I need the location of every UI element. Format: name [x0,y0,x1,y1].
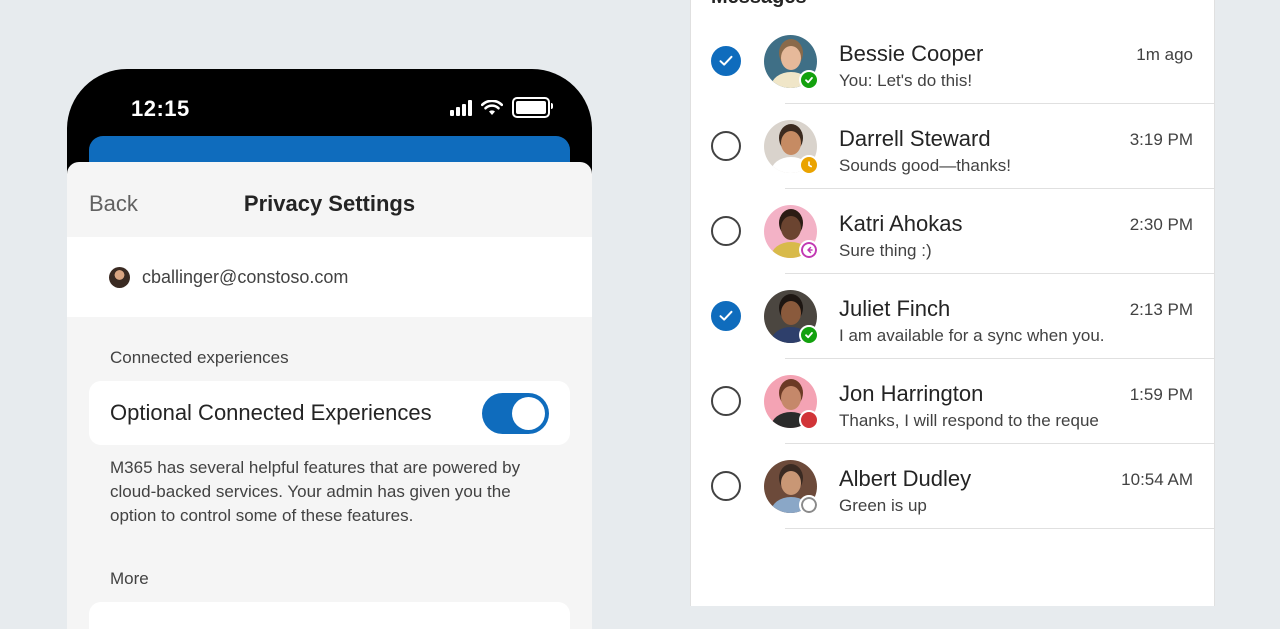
message-preview: Sure thing :) [839,241,932,260]
optional-connected-experiences-card: Optional Connected Experiences [89,381,570,445]
message-time: 1:59 PM [1129,385,1193,404]
message-item[interactable]: Albert Dudley 10:54 AM Green is up [691,444,1214,529]
contact-avatar [764,205,819,260]
message-preview: Sounds good—thanks! [839,156,1012,175]
presence-available-icon [799,70,819,90]
presence-available-icon [799,325,819,345]
more-card[interactable] [89,602,570,629]
messages-panel: Messages Bessie Cooper 1m ago You: Let's d… [690,0,1215,606]
contact-name: Bessie Cooper [839,41,984,66]
contact-avatar [764,375,819,430]
contact-avatar [764,35,819,90]
phone-frame: 12:15 Back Privacy Settings cballinger@c… [67,69,592,629]
select-checkbox[interactable] [711,471,741,501]
status-time: 12:15 [131,96,190,121]
message-preview: Thanks, I will respond to the reque [839,411,1099,430]
cellular-signal-icon [450,99,472,116]
status-icons [450,97,553,118]
message-preview: Green is up [839,496,927,515]
contact-avatar [764,460,819,515]
contact-name: Albert Dudley [839,466,972,491]
sheet-header: Back Privacy Settings [67,162,592,237]
optional-connected-experiences-toggle[interactable] [482,392,549,434]
message-time: 3:19 PM [1129,130,1193,149]
presence-busy-icon [799,410,819,430]
message-item[interactable]: Darrell Steward 3:19 PM Sounds good—thanks… [691,104,1214,189]
contact-name: Darrell Steward [839,126,991,151]
row-divider [785,528,1214,529]
message-time: 1m ago [1136,45,1193,64]
connected-experiences-description: M365 has several helpful features that a… [110,458,521,525]
presence-away-icon [799,155,819,175]
contact-name: Katri Ahokas [839,211,963,236]
message-item[interactable]: Juliet Finch 2:13 PM I am available for a … [691,274,1214,359]
select-checkbox[interactable] [711,216,741,246]
message-item[interactable]: Bessie Cooper 1m ago You: Let's do this! [691,19,1214,104]
select-checkbox[interactable] [711,386,741,416]
contact-avatar [764,120,819,175]
select-checkbox[interactable] [711,131,741,161]
contact-name: Juliet Finch [839,296,951,321]
account-avatar [109,266,130,288]
messages-title: Messages [711,0,807,9]
page-title: Privacy Settings [243,191,416,216]
privacy-settings-sheet: Back Privacy Settings cballinger@constos… [67,162,592,629]
connected-experiences-heading: Connected experiences [110,348,289,367]
account-row: cballinger@constoso.com [67,237,592,317]
contact-name: Jon Harrington [839,381,984,406]
more-heading: More [110,569,149,588]
wifi-icon [481,99,503,115]
select-checkbox[interactable] [711,46,741,76]
account-email: cballinger@constoso.com [142,266,349,287]
message-preview: You: Let's do this! [839,71,973,90]
message-item[interactable]: Katri Ahokas 2:30 PM Sure thing :) [691,189,1214,274]
select-checkbox[interactable] [711,301,741,331]
message-item[interactable]: Jon Harrington 1:59 PM Thanks, I will resp… [691,359,1214,444]
message-time: 2:13 PM [1129,300,1193,319]
checkmark-icon [719,55,733,66]
presence-out-of-office-icon [799,240,819,260]
battery-icon [512,97,553,118]
message-time: 2:30 PM [1129,215,1193,234]
checkmark-icon [719,310,733,321]
message-time: 10:54 AM [1121,470,1193,489]
optional-connected-experiences-label: Optional Connected Experiences [110,400,432,425]
presence-offline-icon [799,495,819,515]
contact-avatar [764,290,819,345]
toggle-knob [512,396,545,430]
message-preview: I am available for a sync when you. [839,326,1105,345]
